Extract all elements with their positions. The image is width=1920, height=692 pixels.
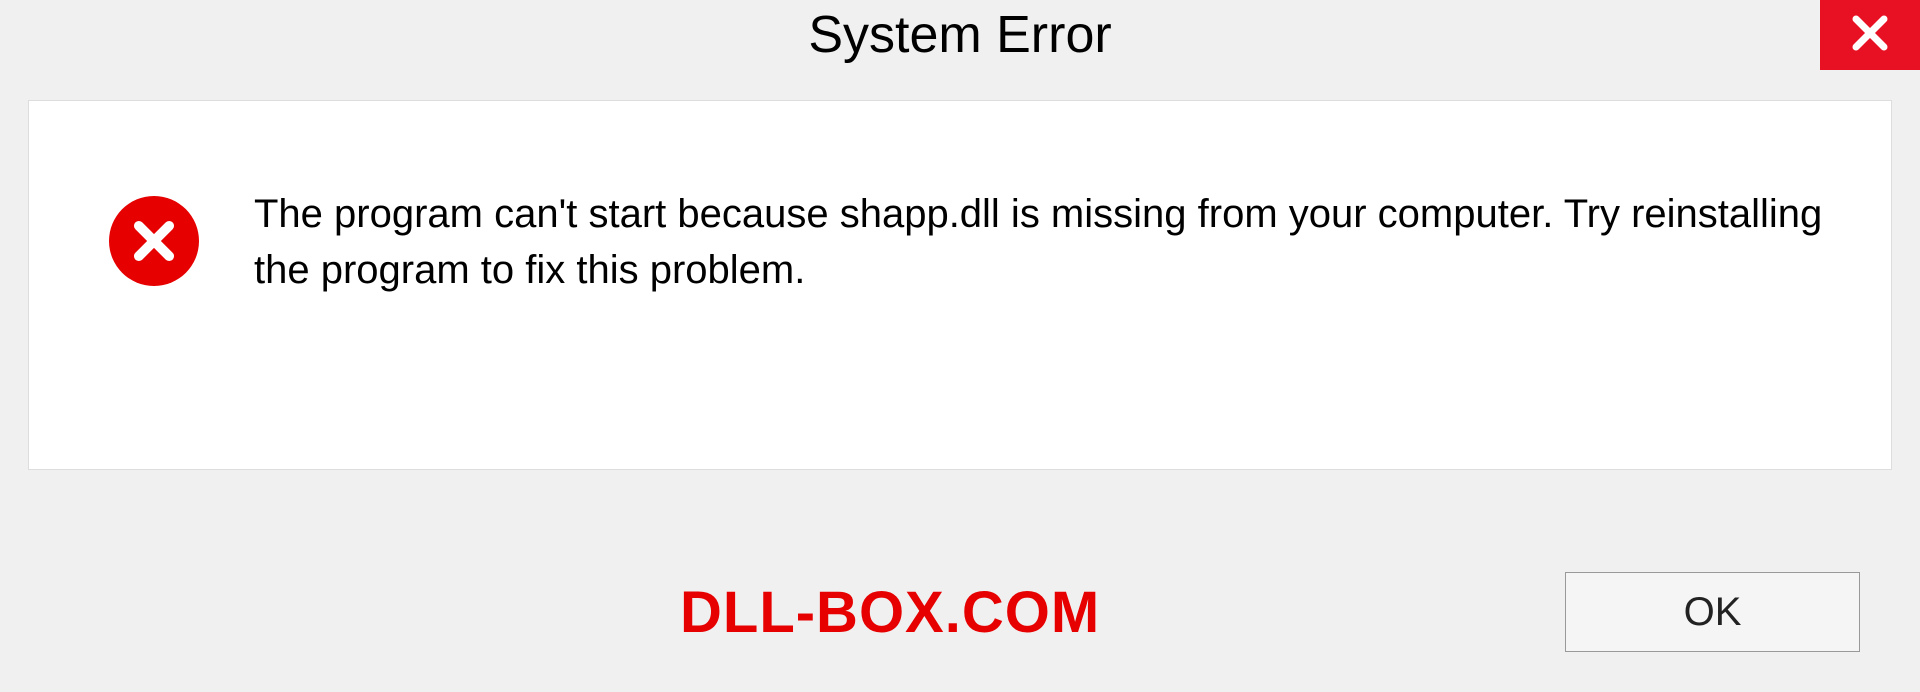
title-bar: System Error: [0, 0, 1920, 100]
footer-bar: DLL-BOX.COM OK: [0, 532, 1920, 692]
dialog-title: System Error: [808, 5, 1111, 65]
content-panel: The program can't start because shapp.dl…: [28, 100, 1892, 470]
close-button[interactable]: [1820, 0, 1920, 70]
ok-button[interactable]: OK: [1565, 572, 1860, 652]
error-icon: [109, 196, 199, 286]
close-icon: [1849, 12, 1891, 59]
watermark-text: DLL-BOX.COM: [680, 579, 1100, 646]
error-message: The program can't start because shapp.dl…: [254, 186, 1841, 298]
